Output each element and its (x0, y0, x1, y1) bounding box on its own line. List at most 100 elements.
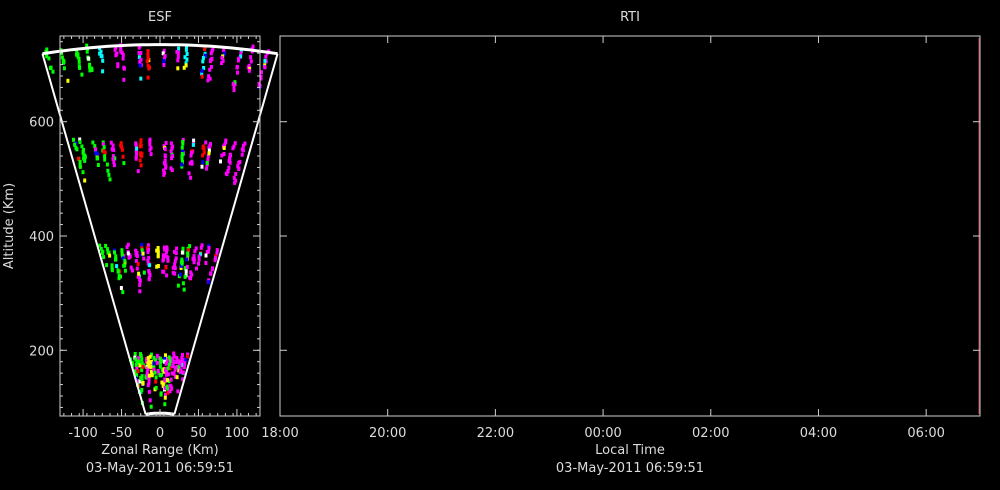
rti-axis-ticks: 18:00 20:00 22:00 00:00 02:00 04:00 06:00 (261, 36, 980, 441)
esf-echo-point (180, 156, 184, 161)
esf-echo-point (116, 268, 120, 273)
esf-echo-point (178, 369, 182, 374)
esf-echo-point (140, 242, 144, 247)
esf-echo-point (106, 168, 110, 173)
esf-echo-point (78, 140, 82, 144)
esf-echo-point (148, 263, 152, 268)
esf-echo-point (220, 55, 224, 60)
esf-echo-point (207, 280, 211, 285)
esf-echo-point (138, 158, 142, 163)
esf-y-tick-label: 400 (29, 230, 54, 245)
esf-echo-point (184, 269, 188, 274)
esf-echo-point (91, 140, 95, 145)
esf-echo-point (165, 249, 168, 254)
rti-x-tick-label: 22:00 (477, 426, 514, 441)
rti-x-tick-label: 04:00 (800, 426, 837, 441)
esf-echo-point (141, 364, 145, 369)
esf-echo-point (123, 263, 127, 268)
esf-echo-point (135, 146, 139, 151)
esf-echo-point (201, 160, 205, 165)
esf-echo-point (153, 370, 157, 375)
esf-echo-point (105, 162, 109, 167)
esf-fan-right-edge (173, 53, 279, 415)
esf-echo-point (185, 257, 189, 262)
esf-echo-point (236, 70, 239, 75)
esf-echo-point (205, 166, 209, 171)
esf-echo-point (96, 156, 100, 161)
esf-echo-point (170, 168, 174, 173)
esf-echo-point (183, 274, 187, 279)
esf-echo-point (163, 153, 167, 158)
esf-echo-point (148, 354, 152, 359)
esf-echo-point (162, 172, 166, 177)
esf-echo-points (44, 43, 271, 409)
esf-echo-point (171, 356, 175, 361)
esf-echo-point (122, 77, 126, 82)
esf-echo-point (62, 66, 66, 71)
esf-echo-point (123, 268, 127, 273)
esf-echo-point (182, 287, 186, 292)
esf-echo-point (164, 361, 168, 366)
esf-echo-point (186, 251, 190, 256)
esf-echo-point (115, 264, 119, 269)
esf-echo-point (241, 148, 245, 153)
esf-echo-point (161, 253, 165, 258)
esf-echo-point (232, 84, 236, 89)
esf-echo-point (222, 152, 226, 156)
esf-echo-point (155, 264, 159, 269)
esf-echo-point (162, 168, 166, 173)
esf-echo-point (150, 372, 154, 377)
esf-echo-point (138, 63, 142, 68)
esf-echo-point (105, 247, 109, 252)
esf-echo-point (88, 62, 92, 67)
esf-echo-point (200, 68, 204, 73)
esf-echo-point (235, 65, 239, 70)
esf-echo-point (263, 65, 267, 70)
esf-echo-point (114, 257, 117, 262)
esf-echo-point (47, 56, 51, 61)
esf-echo-point (233, 141, 237, 146)
esf-echo-point (121, 154, 125, 159)
esf-panel: ESF -100 -50 0 50 100 200 400 600 Zonal Range (… (2, 10, 279, 476)
esf-echo-point (163, 402, 167, 407)
esf-echo-point (236, 58, 240, 63)
esf-timestamp: 03-May-2011 06:59:51 (86, 461, 234, 476)
esf-x-tick-label: -50 (111, 426, 132, 441)
esf-echo-point (129, 265, 133, 270)
esf-x-tick-label: -100 (68, 426, 98, 441)
esf-echo-point (192, 138, 196, 143)
rti-x-tick-label: 20:00 (369, 426, 406, 441)
esf-echo-point (233, 180, 237, 185)
esf-echo-point (241, 143, 245, 148)
esf-echo-point (77, 59, 81, 64)
esf-echo-point (164, 265, 168, 270)
esf-echo-point (201, 145, 205, 150)
esf-echo-point (83, 158, 87, 163)
esf-echo-point (214, 256, 218, 261)
esf-echo-point (125, 245, 129, 249)
esf-echo-point (111, 143, 115, 148)
esf-echo-point (101, 69, 105, 74)
rti-x-tick-label: 06:00 (907, 426, 944, 441)
esf-echo-point (181, 370, 185, 375)
esf-echo-point (148, 147, 152, 152)
esf-echo-point (176, 389, 180, 394)
esf-echo-point (187, 171, 191, 176)
esf-echo-point (234, 172, 238, 176)
esf-echo-point (96, 163, 100, 167)
esf-echo-point (184, 47, 188, 52)
esf-echo-point (183, 361, 187, 366)
esf-echo-point (176, 54, 180, 59)
esf-echo-point (209, 57, 213, 62)
esf-echo-point (185, 57, 189, 62)
esf-echo-point (173, 266, 177, 271)
rti-panel: RTI 18:00 20:00 22:00 00:00 02:00 04:00 06:00 … (261, 10, 981, 476)
esf-echo-point (134, 156, 138, 161)
esf-echo-point (83, 178, 87, 183)
esf-echo-point (103, 154, 107, 159)
esf-echo-point (165, 378, 169, 382)
esf-echo-point (141, 381, 145, 385)
esf-echo-point (163, 395, 167, 400)
esf-echo-point (126, 251, 130, 256)
rti-x-tick-label: 18:00 (261, 426, 298, 441)
